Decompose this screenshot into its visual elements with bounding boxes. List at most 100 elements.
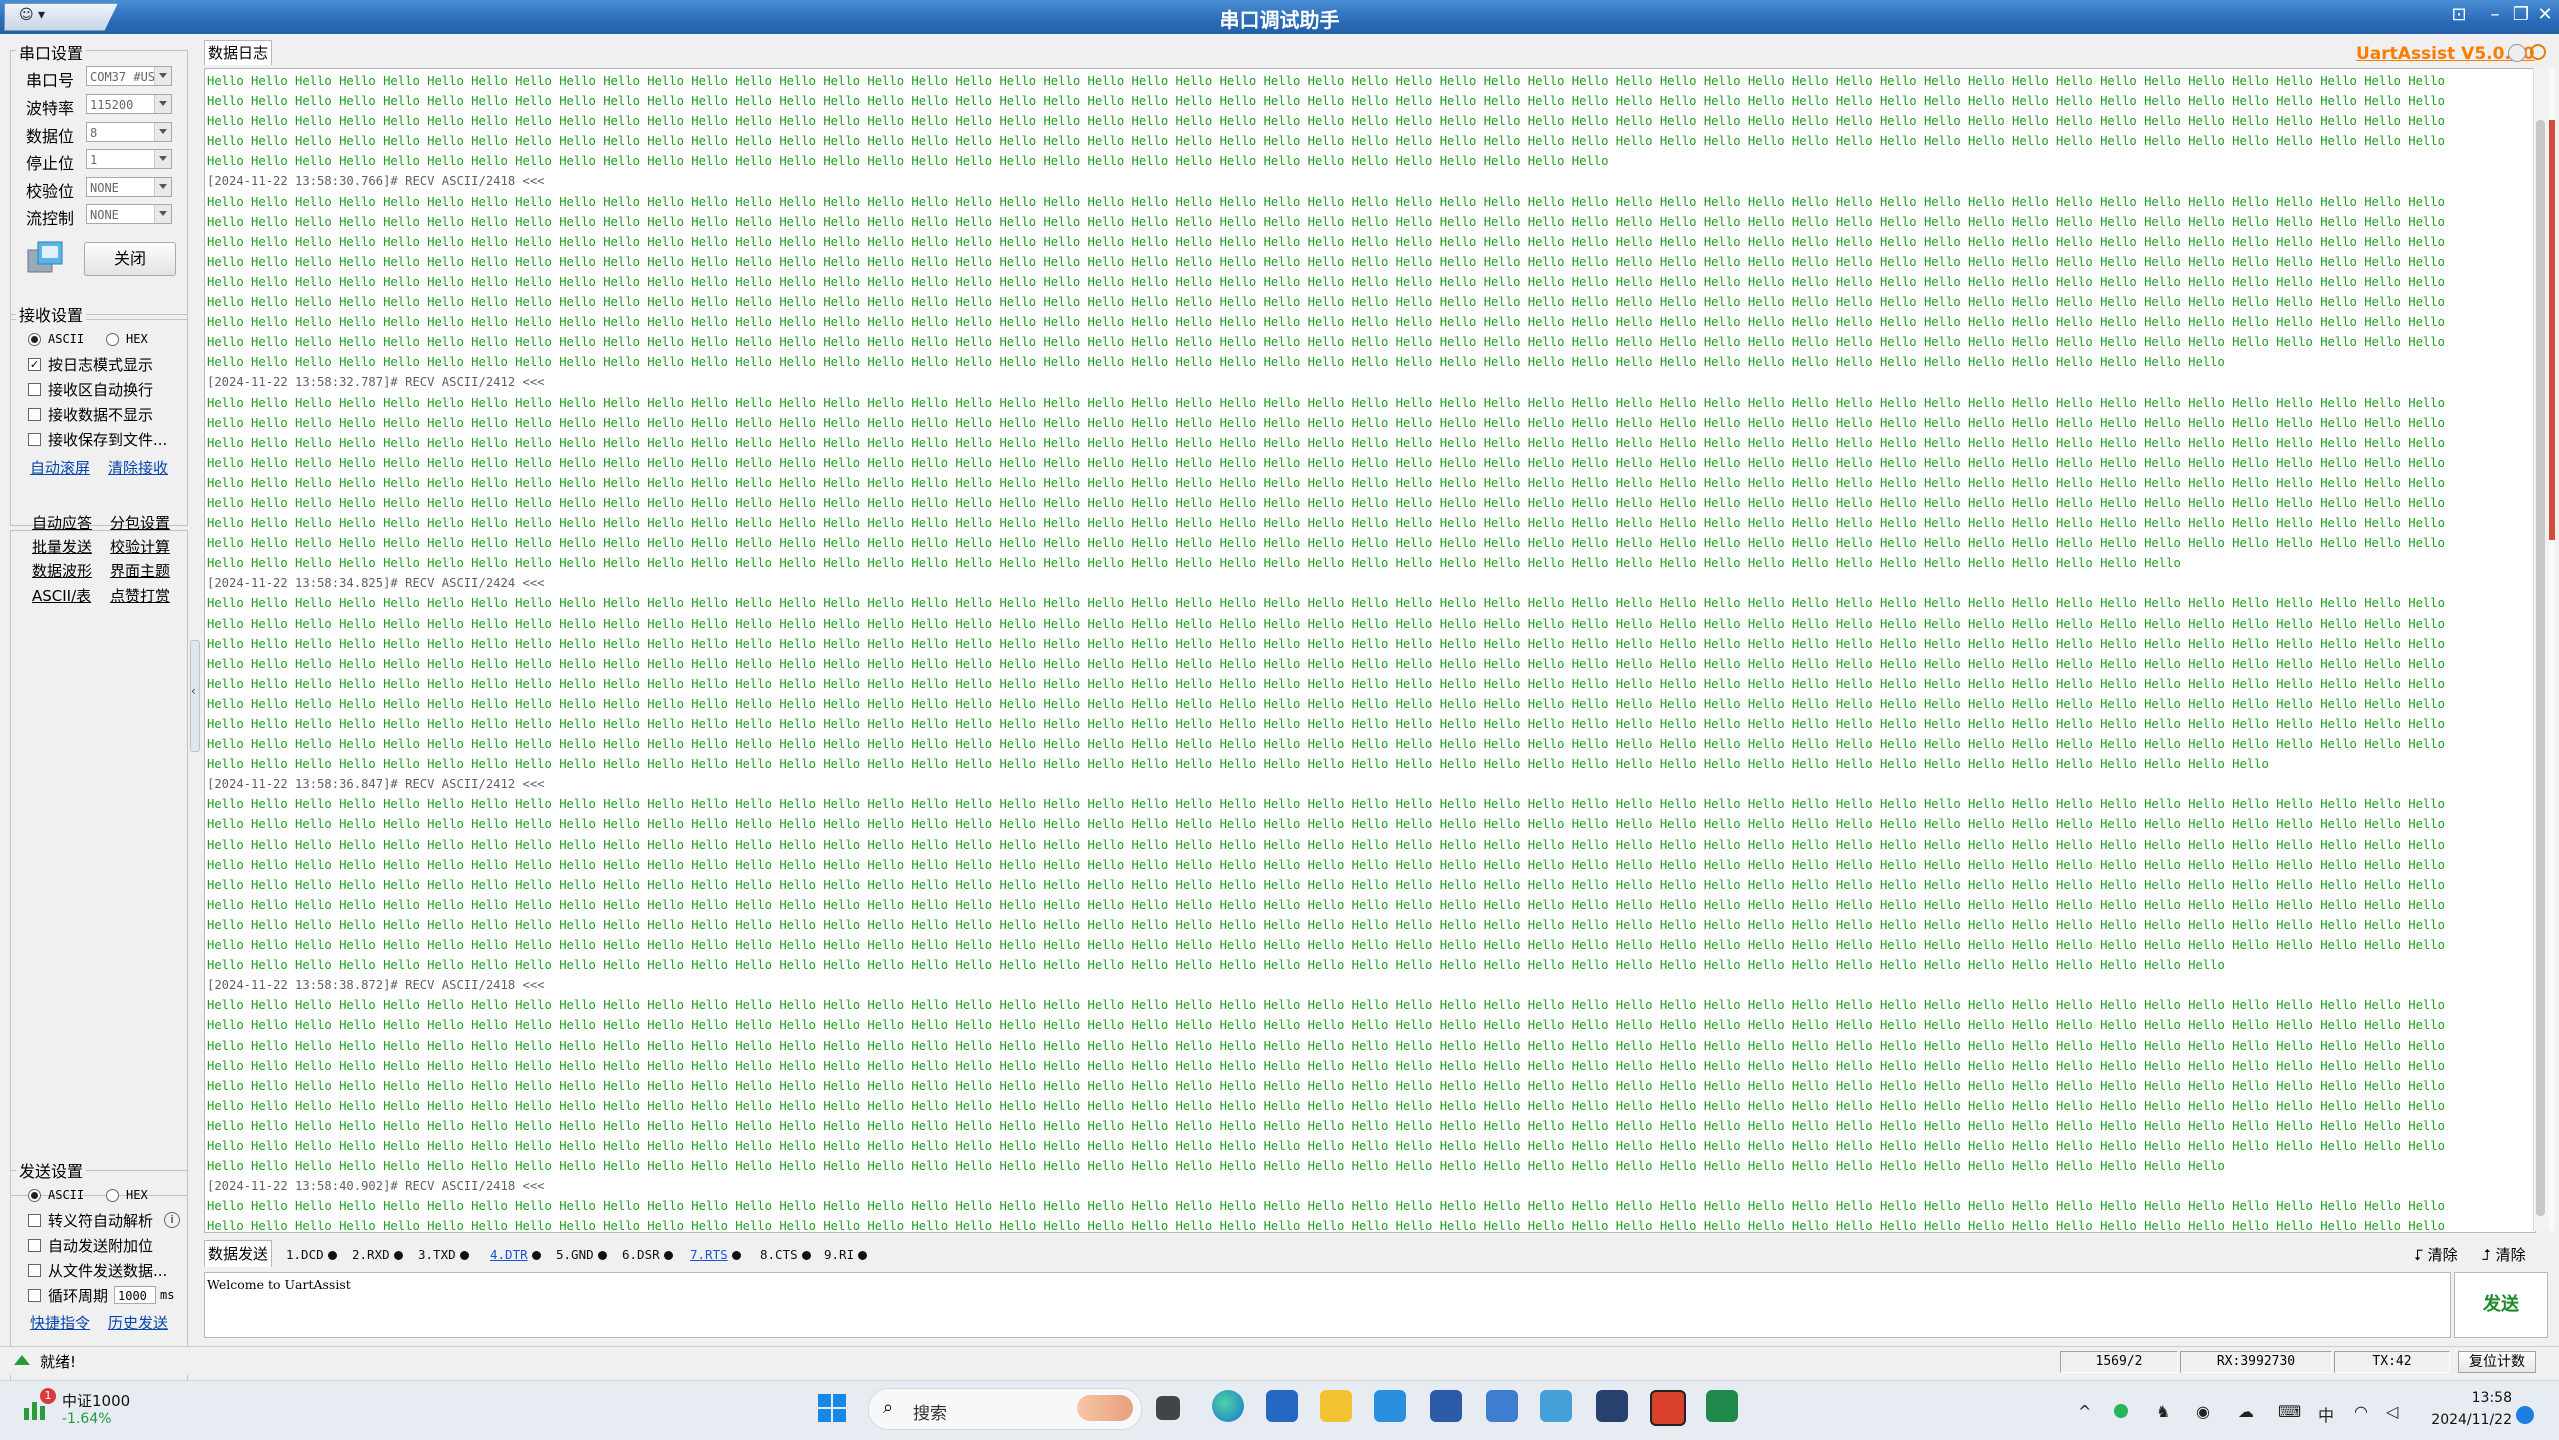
system-menu-button[interactable]: ☺ ▾ bbox=[4, 3, 118, 31]
edge-icon[interactable] bbox=[1212, 1390, 1244, 1422]
signal-pin-7[interactable]: 7.RTS bbox=[690, 1247, 741, 1262]
signal-led-icon bbox=[393, 1251, 403, 1260]
notification-icon[interactable] bbox=[2516, 1406, 2534, 1424]
clear-recv-link[interactable]: 清除接收 bbox=[108, 457, 168, 478]
cloud-icon[interactable]: ☁ bbox=[2238, 1402, 2254, 1421]
log-header-line: [2024-11-22 13:58:40.902]# RECV ASCII/24… bbox=[207, 1179, 545, 1194]
folder-icon[interactable] bbox=[1320, 1390, 1352, 1422]
green-app-icon[interactable] bbox=[1706, 1390, 1738, 1422]
recv-hide-checkbox[interactable] bbox=[28, 408, 41, 421]
signal-led-icon bbox=[801, 1251, 811, 1260]
clock-time[interactable]: 13:58 bbox=[2426, 1390, 2512, 1406]
taskbar-search[interactable]: ⌕ 搜索 bbox=[868, 1388, 1142, 1430]
port-label: 串口号 bbox=[26, 71, 75, 90]
send-button[interactable]: 发送 bbox=[2454, 1272, 2548, 1338]
signal-pin-4[interactable]: 4.DTR bbox=[490, 1247, 541, 1262]
tool-batch-send[interactable]: 批量发送 bbox=[32, 536, 92, 557]
log-data-line: Hello Hello Hello Hello Hello Hello Hell… bbox=[207, 1199, 2445, 1214]
bell-icon[interactable] bbox=[2530, 44, 2546, 60]
info-icon[interactable]: i bbox=[164, 1212, 180, 1228]
databits-select[interactable]: 8 bbox=[86, 122, 172, 142]
flow-select[interactable]: NONE bbox=[86, 204, 172, 224]
start-icon[interactable] bbox=[818, 1394, 846, 1422]
parity-select[interactable]: NONE bbox=[86, 177, 172, 197]
word-icon[interactable] bbox=[1430, 1390, 1462, 1422]
recv-ascii-radio[interactable] bbox=[28, 333, 41, 346]
chevron-left-icon[interactable]: ‹ bbox=[191, 684, 196, 698]
vscode-icon[interactable] bbox=[1374, 1390, 1406, 1422]
store-icon[interactable] bbox=[1266, 1390, 1298, 1422]
signal-led-icon bbox=[531, 1251, 541, 1260]
send-file-checkbox[interactable] bbox=[28, 1264, 41, 1277]
stock-name[interactable]: 中证1000 bbox=[62, 1390, 130, 1411]
recv-hex-radio[interactable] bbox=[106, 333, 119, 346]
chevron-up-icon[interactable]: ^ bbox=[2078, 1402, 2091, 1421]
log-data-line: Hello Hello Hello Hello Hello Hello Hell… bbox=[207, 355, 2225, 370]
auto-scroll-link[interactable]: 自动滚屏 bbox=[30, 457, 90, 478]
tool-checksum[interactable]: 校验计算 bbox=[110, 536, 170, 557]
log-data-line: Hello Hello Hello Hello Hello Hello Hell… bbox=[207, 737, 2445, 752]
signal-led-icon bbox=[858, 1251, 868, 1260]
log-data-line: Hello Hello Hello Hello Hello Hello Hell… bbox=[207, 696, 2445, 711]
cycle-checkbox[interactable] bbox=[28, 1289, 41, 1302]
recv-save-checkbox[interactable] bbox=[28, 433, 41, 446]
keyboard-icon[interactable]: ⌨ bbox=[2278, 1402, 2301, 1421]
tool-packet-settings[interactable]: 分包设置 bbox=[110, 512, 170, 533]
reset-count-button[interactable]: 复位计数 bbox=[2458, 1351, 2536, 1373]
tool-ascii-table[interactable]: ASCII/表 bbox=[32, 585, 91, 606]
data-log-view[interactable]: Hello Hello Hello Hello Hello Hello Hell… bbox=[204, 68, 2536, 1233]
log-data-line: Hello Hello Hello Hello Hello Hello Hell… bbox=[207, 1018, 2445, 1033]
tab-data-send[interactable]: 数据发送 bbox=[204, 1240, 272, 1267]
app-icon[interactable] bbox=[1486, 1390, 1518, 1422]
recv-wrap-checkbox[interactable] bbox=[28, 383, 41, 396]
signal-pin-label: 8.CTS bbox=[760, 1247, 798, 1262]
log-data-line: Hello Hello Hello Hello Hello Hello Hell… bbox=[207, 395, 2445, 410]
tray-app-icon[interactable]: ◉ bbox=[2196, 1402, 2210, 1421]
send-hex-radio[interactable] bbox=[106, 1189, 119, 1202]
tray-cat-icon[interactable]: ♞ bbox=[2156, 1402, 2170, 1421]
send-ascii-radio[interactable] bbox=[28, 1189, 41, 1202]
recv-log-mode-checkbox[interactable]: ✓ bbox=[28, 358, 41, 371]
send-history-link[interactable]: 历史发送 bbox=[108, 1312, 168, 1333]
tool-waveform[interactable]: 数据波形 bbox=[32, 560, 92, 581]
quick-commands-link[interactable]: 快捷指令 bbox=[30, 1312, 90, 1333]
send-input[interactable]: Welcome to UartAssist bbox=[204, 1272, 2451, 1338]
port-select[interactable]: COM37 #US bbox=[86, 66, 172, 86]
stopbits-select[interactable]: 1 bbox=[86, 149, 172, 169]
stock-change: -1.64% bbox=[62, 1411, 112, 1427]
status-text: 就绪! bbox=[40, 1353, 77, 1371]
close-button[interactable]: ✕ bbox=[2530, 3, 2559, 29]
ime-label[interactable]: 中 bbox=[2318, 1402, 2334, 1426]
tool-auto-reply[interactable]: 自动应答 bbox=[32, 512, 92, 533]
search-highlight-icon bbox=[1077, 1395, 1133, 1421]
stm32cubemx-icon[interactable] bbox=[1540, 1390, 1572, 1422]
escape-parse-label: 转义符自动解析 bbox=[48, 1212, 154, 1230]
close-port-button[interactable]: 关闭 bbox=[84, 242, 176, 276]
log-scrollbar-thumb[interactable] bbox=[2536, 120, 2545, 1216]
parity-label: 校验位 bbox=[26, 182, 75, 201]
auto-append-checkbox[interactable] bbox=[28, 1239, 41, 1252]
clear-send-button-2[interactable]: ⮥ 清除 bbox=[2482, 1244, 2526, 1265]
cat-app-icon[interactable] bbox=[1596, 1390, 1628, 1422]
signal-pin-label: 5.GND bbox=[556, 1247, 594, 1262]
tab-data-log[interactable]: 数据日志 bbox=[204, 40, 272, 65]
tool-theme[interactable]: 界面主题 bbox=[110, 560, 170, 581]
signal-pin-label: 6.DSR bbox=[622, 1247, 660, 1262]
gem-icon[interactable] bbox=[2508, 44, 2526, 62]
title-bar: 串口调试助手 bbox=[0, 0, 2559, 34]
tool-donate[interactable]: 点赞打赏 bbox=[110, 585, 170, 606]
baud-select[interactable]: 115200 bbox=[86, 94, 172, 114]
pin-icon[interactable]: ⊡ bbox=[2444, 3, 2474, 29]
log-data-line: Hello Hello Hello Hello Hello Hello Hell… bbox=[207, 295, 2445, 310]
escape-parse-checkbox[interactable] bbox=[28, 1214, 41, 1227]
clear-send-button-1[interactable]: ⮦ 清除 bbox=[2414, 1244, 2458, 1265]
uartassist-taskbar-icon[interactable] bbox=[1650, 1390, 1686, 1426]
clock-date[interactable]: 2024/11/22 bbox=[2412, 1412, 2512, 1428]
volume-icon[interactable]: ◁ bbox=[2386, 1402, 2398, 1421]
log-data-line: Hello Hello Hello Hello Hello Hello Hell… bbox=[207, 1219, 2445, 1233]
wechat-icon[interactable] bbox=[2114, 1404, 2128, 1418]
cycle-input[interactable]: 1000 bbox=[114, 1286, 156, 1304]
signal-pin-label: 9.RI bbox=[824, 1247, 855, 1262]
wifi-icon[interactable]: ◠ bbox=[2354, 1402, 2368, 1421]
task-view-icon[interactable] bbox=[1156, 1396, 1180, 1420]
